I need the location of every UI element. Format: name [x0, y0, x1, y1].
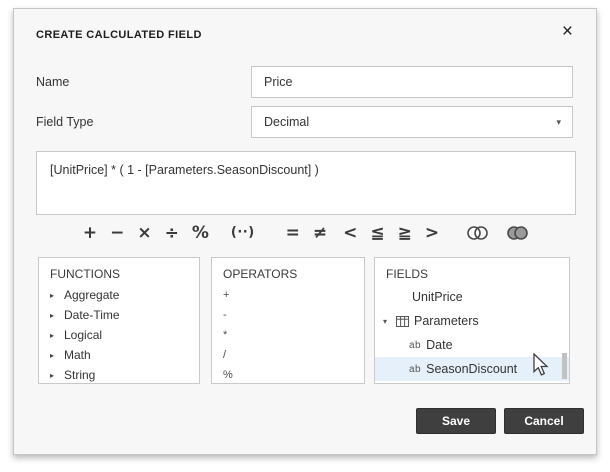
- expression-editor[interactable]: [UnitPrice] * ( 1 - [Parameters.SeasonDi…: [36, 151, 576, 215]
- operator-item-divide[interactable]: /: [212, 345, 364, 365]
- expand-right-icon[interactable]: ▸: [50, 371, 64, 380]
- field-item-unitprice[interactable]: UnitPrice: [375, 285, 569, 309]
- create-calculated-field-dialog: CREATE CALCULATED FIELD × Name Field Typ…: [13, 8, 597, 455]
- operator-item-minus[interactable]: -: [212, 305, 364, 325]
- field-label: Date: [426, 338, 453, 352]
- string-type-icon: ab: [409, 363, 422, 375]
- operator-item-multiply[interactable]: *: [212, 325, 364, 345]
- expression-text: [UnitPrice] * ( 1 - [Parameters.SeasonDi…: [50, 163, 319, 177]
- expand-down-icon[interactable]: ▾: [383, 317, 396, 326]
- function-category-aggregate[interactable]: ▸ Aggregate: [39, 285, 199, 305]
- plus-operator-button[interactable]: +: [83, 218, 97, 248]
- function-category-logical[interactable]: ▸ Logical: [39, 325, 199, 345]
- minus-operator-button[interactable]: −: [110, 218, 124, 248]
- union-icon[interactable]: [506, 225, 529, 241]
- field-item-date[interactable]: ab Date: [375, 333, 569, 357]
- operators-panel: OPERATORS + - * / %: [211, 257, 365, 384]
- string-type-icon: ab: [409, 339, 422, 351]
- fields-panel-header: FIELDS: [386, 267, 429, 281]
- intersect-icon[interactable]: [466, 225, 489, 241]
- operator-item-plus[interactable]: +: [212, 285, 364, 305]
- less-or-equal-operator-button[interactable]: ≦: [370, 218, 384, 248]
- expand-right-icon[interactable]: ▸: [50, 291, 64, 300]
- field-type-label: Field Type: [36, 115, 94, 129]
- fields-scrollbar-thumb[interactable]: [562, 353, 567, 379]
- operator-item-modulo[interactable]: %: [212, 365, 364, 383]
- function-category-string[interactable]: ▸ String: [39, 365, 199, 383]
- operators-panel-header: OPERATORS: [223, 267, 298, 281]
- field-label: UnitPrice: [412, 290, 463, 304]
- name-input[interactable]: [251, 66, 573, 98]
- expand-right-icon[interactable]: ▸: [50, 331, 64, 340]
- function-category-math[interactable]: ▸ Math: [39, 345, 199, 365]
- save-button[interactable]: Save: [416, 408, 496, 434]
- not-equal-operator-button[interactable]: ≠: [313, 218, 327, 248]
- name-label: Name: [36, 75, 70, 89]
- function-category-label: Aggregate: [64, 288, 120, 302]
- divide-operator-button[interactable]: ÷: [165, 218, 179, 248]
- page-background: CREATE CALCULATED FIELD × Name Field Typ…: [0, 0, 610, 472]
- function-category-label: Logical: [64, 328, 103, 342]
- greater-than-operator-button[interactable]: >: [425, 218, 439, 248]
- percent-operator-button[interactable]: %: [192, 218, 209, 248]
- table-icon: [396, 315, 409, 327]
- function-category-label: Date-Time: [64, 308, 120, 322]
- greater-or-equal-operator-button[interactable]: ≧: [398, 218, 412, 248]
- field-item-seasondiscount[interactable]: ab SeasonDiscount: [375, 357, 569, 381]
- functions-panel: FUNCTIONS ▸ Aggregate ▸ Date-Time ▸ Logi…: [38, 257, 200, 384]
- fields-panel: FIELDS UnitPrice ▾ Parameters ab Date ab…: [374, 257, 570, 384]
- field-type-value: Decimal: [264, 115, 310, 129]
- function-category-date-time[interactable]: ▸ Date-Time: [39, 305, 199, 325]
- equal-operator-button[interactable]: =: [286, 218, 300, 248]
- field-label: Parameters: [414, 314, 479, 328]
- operator-toolbar: + − × ÷ % (··) = ≠ < ≦ ≧ >: [14, 216, 598, 250]
- cancel-button[interactable]: Cancel: [504, 408, 584, 434]
- dialog-title: CREATE CALCULATED FIELD: [36, 29, 202, 41]
- function-category-label: String: [64, 368, 96, 382]
- chevron-down-icon: ▾: [556, 117, 561, 127]
- parentheses-operator-button[interactable]: (··): [231, 218, 255, 248]
- field-type-select[interactable]: Decimal ▾: [251, 106, 573, 138]
- function-category-label: Math: [64, 348, 91, 362]
- functions-panel-header: FUNCTIONS: [50, 267, 120, 281]
- expand-right-icon[interactable]: ▸: [50, 311, 64, 320]
- close-icon[interactable]: ×: [562, 22, 573, 41]
- field-item-parameters[interactable]: ▾ Parameters: [375, 309, 569, 333]
- expand-right-icon[interactable]: ▸: [50, 351, 64, 360]
- less-than-operator-button[interactable]: <: [343, 218, 357, 248]
- field-label: SeasonDiscount: [426, 362, 518, 376]
- multiply-operator-button[interactable]: ×: [137, 218, 151, 248]
